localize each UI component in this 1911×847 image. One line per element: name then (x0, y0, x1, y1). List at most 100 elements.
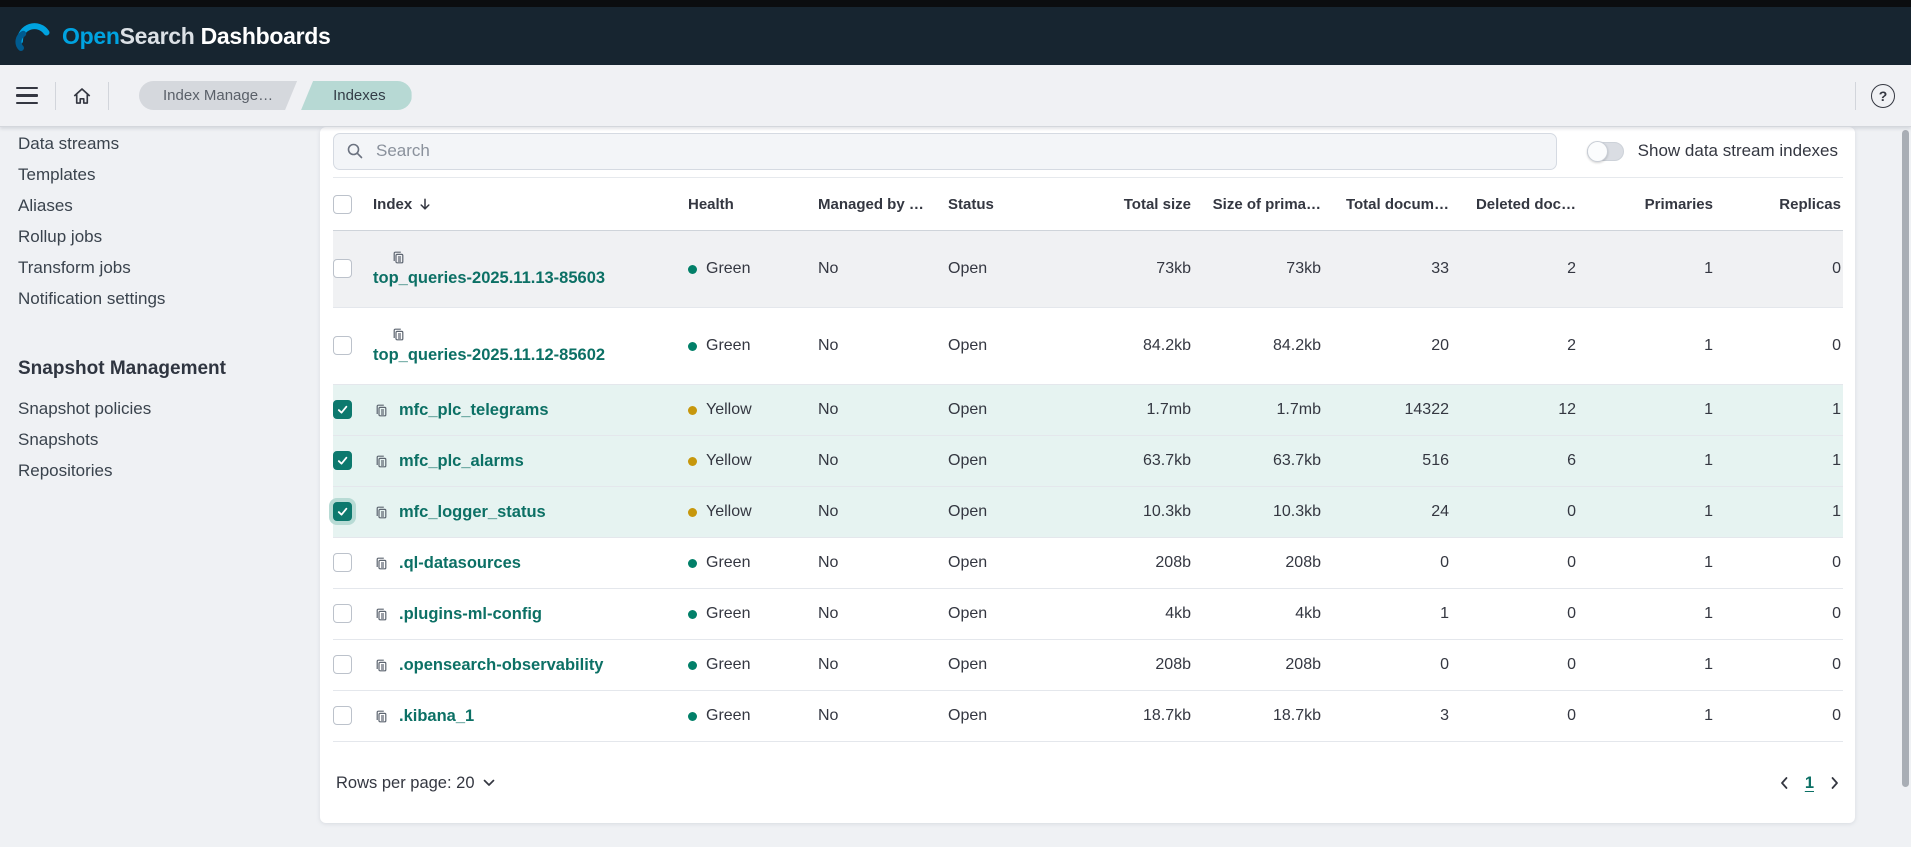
copy-icon[interactable] (373, 607, 388, 622)
copy-icon[interactable] (373, 658, 388, 673)
breadcrumb-index-management[interactable]: Index Manage… (139, 81, 297, 110)
health-label: Green (706, 605, 751, 622)
size-of-primaries-cell: 18.7kb (1272, 707, 1321, 724)
column-header-replicas[interactable]: Replicas (1715, 178, 1843, 231)
table-row[interactable]: top_queries-2025.11.12-85602 Green No Op… (333, 308, 1843, 385)
index-name-link[interactable]: .kibana_1 (399, 707, 474, 726)
sidebar-item-aliases[interactable]: Aliases (18, 190, 306, 221)
index-name-link[interactable]: top_queries-2025.11.13-85603 (373, 269, 605, 288)
copy-icon[interactable] (373, 454, 388, 469)
column-header-total-documents[interactable]: Total docum… (1323, 178, 1451, 231)
managed-by-cell: No (818, 554, 839, 571)
health-dot (688, 264, 697, 274)
status-cell: Open (948, 452, 988, 469)
breadcrumb: Index Manage… Indexes (139, 81, 412, 110)
page-number-1[interactable]: 1 (1805, 774, 1814, 793)
show-data-stream-toggle[interactable] (1586, 140, 1624, 162)
search-input[interactable] (374, 140, 1544, 162)
column-header-status[interactable]: Status (948, 178, 1058, 231)
table-row[interactable]: .kibana_1 Green No Open 18.7kb 18.7kb 3 … (333, 691, 1843, 742)
replicas-cell: 0 (1832, 656, 1841, 673)
column-header-managed-by[interactable]: Managed by … (818, 178, 948, 231)
status-cell: Open (948, 337, 988, 354)
total-documents-cell: 0 (1440, 554, 1449, 571)
rows-per-page-button[interactable]: Rows per page: 20 (336, 774, 495, 793)
sidebar-item-transform-jobs[interactable]: Transform jobs (18, 252, 306, 283)
total-documents-cell: 14322 (1404, 401, 1450, 418)
size-of-primaries-cell: 84.2kb (1272, 337, 1321, 354)
menu-icon[interactable] (16, 83, 40, 109)
size-of-primaries-cell: 10.3kb (1272, 503, 1321, 520)
page-body: Data streams Templates Aliases Rollup jo… (0, 127, 1911, 847)
column-header-deleted-documents[interactable]: Deleted doc… (1451, 178, 1578, 231)
deleted-documents-cell: 0 (1567, 503, 1576, 520)
copy-icon[interactable] (373, 250, 688, 265)
copy-icon[interactable] (373, 327, 688, 342)
copy-icon[interactable] (373, 505, 388, 520)
row-checkbox[interactable] (333, 655, 352, 674)
indexes-panel: Show data stream indexes Index (320, 127, 1855, 823)
column-header-total-size[interactable]: Total size (1058, 178, 1193, 231)
row-checkbox[interactable] (333, 400, 352, 419)
copy-icon[interactable] (373, 709, 388, 724)
table-row[interactable]: .ql-datasources Green No Open 208b 208b … (333, 538, 1843, 589)
opensearch-dashboards-window: OpenSearch Dashboards Index Manage… Inde… (0, 0, 1911, 847)
row-checkbox[interactable] (333, 336, 352, 355)
index-name-link[interactable]: mfc_plc_alarms (399, 452, 524, 471)
row-checkbox[interactable] (333, 604, 352, 623)
total-documents-cell: 33 (1431, 260, 1449, 277)
sidebar-item-snapshots[interactable]: Snapshots (18, 424, 306, 455)
help-icon[interactable]: ? (1871, 83, 1895, 108)
row-checkbox[interactable] (333, 553, 352, 572)
row-checkbox[interactable] (333, 451, 352, 470)
replicas-cell: 1 (1832, 503, 1841, 520)
copy-icon[interactable] (373, 556, 388, 571)
primaries-cell: 1 (1704, 452, 1713, 469)
indexes-table: Index Health Managed by … Status Total s… (333, 177, 1843, 742)
breadcrumb-indexes[interactable]: Indexes (301, 81, 412, 110)
home-icon[interactable] (71, 85, 93, 107)
previous-page-icon[interactable] (1779, 776, 1789, 790)
table-row[interactable]: top_queries-2025.11.13-85603 Green No Op… (333, 230, 1843, 308)
managed-by-cell: No (818, 260, 839, 277)
row-checkbox[interactable] (333, 502, 352, 521)
row-checkbox[interactable] (333, 706, 352, 725)
row-checkbox[interactable] (333, 259, 352, 278)
table-row[interactable]: mfc_plc_telegrams Yellow No Open 1.7mb 1… (333, 384, 1843, 436)
deleted-documents-cell: 0 (1567, 707, 1576, 724)
table-row[interactable]: .plugins-ml-config Green No Open 4kb 4kb… (333, 589, 1843, 640)
index-name-link[interactable]: mfc_logger_status (399, 503, 546, 522)
sidebar-item-data-streams[interactable]: Data streams (18, 128, 306, 159)
sidebar-item-snapshot-policies[interactable]: Snapshot policies (18, 393, 306, 424)
managed-by-cell: No (818, 656, 839, 673)
index-name-link[interactable]: .plugins-ml-config (399, 605, 542, 624)
health-dot (688, 341, 697, 351)
index-name-link[interactable]: mfc_plc_telegrams (399, 401, 549, 420)
index-name-link[interactable]: .opensearch-observability (399, 656, 604, 675)
next-page-icon[interactable] (1830, 776, 1840, 790)
index-name-link[interactable]: .ql-datasources (399, 554, 521, 573)
table-row[interactable]: mfc_logger_status Yellow No Open 10.3kb … (333, 486, 1843, 538)
column-header-index[interactable]: Index (373, 178, 688, 231)
sidebar-item-notification-settings[interactable]: Notification settings (18, 283, 306, 314)
sidebar-item-templates[interactable]: Templates (18, 159, 306, 190)
health-label: Green (706, 707, 751, 724)
size-of-primaries-cell: 208b (1285, 656, 1321, 673)
app-header: OpenSearch Dashboards (0, 7, 1911, 65)
app-title-open: Open (62, 22, 120, 49)
table-row[interactable]: .opensearch-observability Green No Open … (333, 640, 1843, 691)
total-size-cell: 208b (1155, 554, 1191, 571)
deleted-documents-cell: 0 (1567, 554, 1576, 571)
size-of-primaries-cell: 4kb (1295, 605, 1321, 622)
status-cell: Open (948, 260, 988, 277)
select-all-checkbox[interactable] (333, 194, 352, 214)
column-header-size-of-primaries[interactable]: Size of prima… (1193, 178, 1323, 231)
table-row[interactable]: mfc_plc_alarms Yellow No Open 63.7kb 63.… (333, 435, 1843, 487)
vertical-scrollbar[interactable] (1902, 130, 1909, 787)
sidebar-item-rollup-jobs[interactable]: Rollup jobs (18, 221, 306, 252)
column-header-primaries[interactable]: Primaries (1578, 178, 1715, 231)
index-name-link[interactable]: top_queries-2025.11.12-85602 (373, 346, 605, 365)
column-header-health[interactable]: Health (688, 178, 818, 231)
copy-icon[interactable] (373, 403, 388, 418)
sidebar-item-repositories[interactable]: Repositories (18, 455, 306, 486)
